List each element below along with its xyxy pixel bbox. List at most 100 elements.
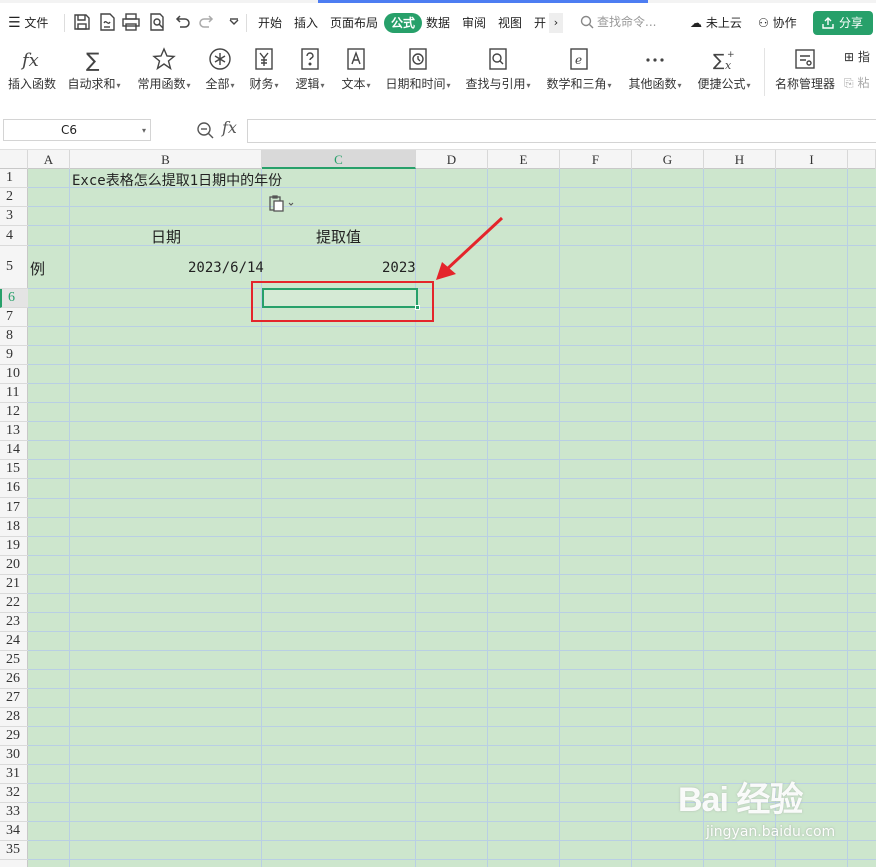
cell-b4[interactable]: 日期 (151, 226, 181, 247)
row-header-14[interactable]: 14 (0, 441, 28, 461)
chevron-down-icon: ▾ (116, 81, 121, 90)
row-header-25[interactable]: 25 (0, 651, 28, 670)
worksheet-grid[interactable]: ABCDEFGHI 1 2 3 4 5 6 7 8 9 10 11 12 13 14 15 16 17 18 19 2… (0, 150, 876, 867)
row-header-17[interactable]: 17 (0, 499, 28, 518)
cell-c4[interactable]: 提取值 (316, 226, 361, 247)
financial-functions-button[interactable]: 财务▾ (244, 44, 284, 100)
row-header-31[interactable]: 31 (0, 765, 28, 785)
print-icon[interactable] (121, 12, 141, 32)
row-header-9[interactable]: 9 (0, 346, 28, 366)
row-header-27[interactable]: 27 (0, 689, 28, 709)
undo-icon[interactable] (172, 12, 192, 32)
file-menu-button[interactable]: ☰ 文件 (8, 13, 48, 33)
row-header-3[interactable]: 3 (0, 207, 28, 226)
column-header-h[interactable]: H (704, 150, 776, 169)
math-trig-button[interactable]: e 数学和三角▾ (543, 44, 615, 100)
watermark-brand: Bai 经验 (678, 781, 803, 819)
customize-toolbar-icon[interactable] (224, 12, 239, 32)
row-header-12[interactable]: 12 (0, 403, 28, 423)
row-header-16[interactable]: 16 (0, 479, 28, 499)
tab-view[interactable]: 视图 (498, 13, 522, 33)
insert-function-button[interactable]: fx 插入函数 (4, 44, 60, 100)
formula-input[interactable] (247, 119, 876, 143)
row-header-33[interactable]: 33 (0, 803, 28, 823)
column-header-b[interactable]: B (70, 150, 262, 169)
row-header-18[interactable]: 18 (0, 518, 28, 537)
tab-page-layout[interactable]: 页面布局 (330, 13, 378, 33)
all-functions-button[interactable]: 全部▾ (200, 44, 240, 100)
column-header-a[interactable]: A (28, 150, 70, 169)
column-header-i[interactable]: I (776, 150, 848, 169)
share-button[interactable]: 分享 (813, 11, 873, 35)
row-header-21[interactable]: 21 (0, 575, 28, 594)
tab-data[interactable]: 数据 (426, 13, 450, 33)
tab-home[interactable]: 开始 (258, 13, 282, 33)
quick-formula-button[interactable]: ∑ x + 便捷公式▾ (692, 44, 756, 100)
lookup-reference-button[interactable]: 查找与引用▾ (462, 44, 534, 100)
column-header-g[interactable]: G (632, 150, 704, 169)
zoom-icon[interactable] (196, 121, 214, 139)
column-header-c[interactable]: C (262, 150, 416, 169)
tab-review[interactable]: 审阅 (462, 13, 486, 33)
menu-bar: ☰ 文件 开始 插入 页面布局 公式 数据 审阅 视图 开 › 查找命令... … (0, 0, 876, 44)
export-pdf-icon[interactable] (97, 12, 117, 32)
redo-icon[interactable] (197, 12, 217, 32)
row-header-30[interactable]: 30 (0, 746, 28, 766)
tab-insert[interactable]: 插入 (294, 13, 318, 33)
row-header-15[interactable]: 15 (0, 460, 28, 480)
row-header-7[interactable]: 7 (0, 308, 28, 328)
row-header-2[interactable]: 2 (0, 188, 28, 207)
row-header-28[interactable]: 28 (0, 708, 28, 728)
row-header-11[interactable]: 11 (0, 384, 28, 404)
row-header-35[interactable]: 35 (0, 841, 28, 861)
row-header-19[interactable]: 19 (0, 537, 28, 556)
paste-options-icon[interactable] (268, 194, 298, 212)
paste-name-button[interactable]: ⎘ 粘 (844, 74, 869, 91)
autosum-button[interactable]: ∑ 自动求和▾ (62, 44, 126, 100)
name-manager-button[interactable]: 名称管理器 (772, 44, 838, 100)
row-header-20[interactable]: 20 (0, 556, 28, 575)
chevron-down-icon: ▾ (366, 81, 371, 90)
row-header-8[interactable]: 8 (0, 327, 28, 347)
grid-row-line (28, 535, 876, 537)
tabs-scroll-right-icon[interactable]: › (549, 13, 563, 33)
column-header-e[interactable]: E (488, 150, 560, 169)
text-functions-button[interactable]: 文本▾ (336, 44, 376, 100)
row-header-26[interactable]: 26 (0, 670, 28, 689)
cell-a5[interactable]: 例 (30, 258, 45, 279)
tab-developer[interactable]: 开 (534, 13, 548, 33)
tab-formulas[interactable]: 公式 (384, 13, 423, 33)
cloud-status-button[interactable]: ☁ 未上云 (690, 13, 742, 33)
search-command-input[interactable]: 查找命令... (574, 11, 678, 33)
save-icon[interactable] (72, 12, 92, 32)
row-header-24[interactable]: 24 (0, 632, 28, 651)
cell-b1[interactable]: Exce表格怎么提取1日期中的年份 (72, 170, 282, 190)
other-functions-button[interactable]: 其他函数▾ (624, 44, 686, 100)
date-time-functions-button[interactable]: 日期和时间▾ (382, 44, 454, 100)
column-header-d[interactable]: D (416, 150, 488, 169)
row-header-10[interactable]: 10 (0, 365, 28, 385)
specify-button[interactable]: ⊞ 指 (844, 48, 870, 65)
collaborate-button[interactable]: ⚇ 协作 (758, 13, 797, 33)
row-header-1[interactable]: 1 (0, 169, 28, 188)
row-header-22[interactable]: 22 (0, 594, 28, 613)
cell-b5[interactable]: 2023/6/14 (188, 260, 264, 276)
logical-functions-button[interactable]: 逻辑▾ (290, 44, 330, 100)
row-header-23[interactable]: 23 (0, 613, 28, 632)
row-header-4[interactable]: 4 (0, 226, 28, 246)
grid-row-line (28, 554, 876, 556)
row-header-34[interactable]: 34 (0, 822, 28, 842)
name-box[interactable]: C6 ▾ (3, 119, 151, 141)
cell-c5[interactable]: 2023 (382, 260, 416, 276)
common-functions-button[interactable]: 常用函数▾ (132, 44, 196, 100)
row-header-6[interactable]: 6 (0, 289, 28, 308)
row-header-13[interactable]: 13 (0, 422, 28, 442)
print-preview-icon[interactable] (147, 12, 167, 32)
row-header-5[interactable]: 5 (0, 246, 28, 289)
row-header-29[interactable]: 29 (0, 727, 28, 747)
insert-function-fx-button[interactable]: fx (222, 118, 237, 137)
column-header-f[interactable]: F (560, 150, 632, 169)
row-header-32[interactable]: 32 (0, 784, 28, 804)
select-all-corner[interactable] (0, 150, 28, 169)
chevron-down-icon[interactable]: ▾ (142, 126, 146, 135)
